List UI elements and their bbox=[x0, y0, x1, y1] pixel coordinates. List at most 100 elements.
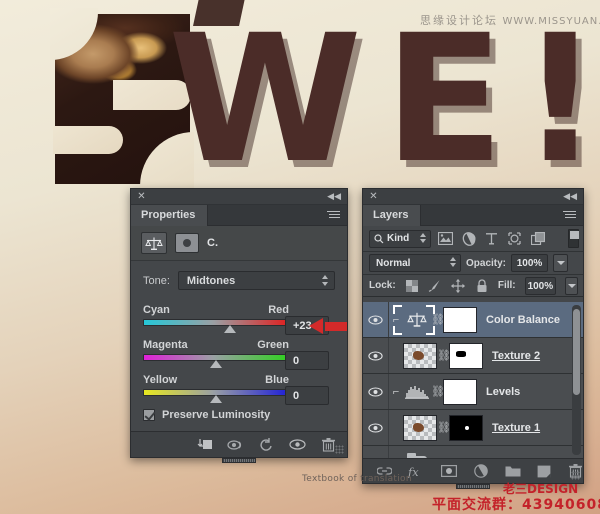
blend-mode-select[interactable]: Normal bbox=[369, 254, 461, 272]
properties-titlebar: ✕ ◀◀ bbox=[131, 189, 347, 205]
table-row[interactable]: ⛓ Texture 1 bbox=[363, 410, 583, 446]
letter-exclaim: ! bbox=[520, 0, 600, 202]
table-row[interactable]: ⛓ Texture 2 bbox=[363, 338, 583, 374]
layer-thumbnail[interactable] bbox=[403, 414, 437, 441]
clip-to-layer-icon[interactable] bbox=[196, 436, 213, 453]
layer-mask-thumbnail[interactable] bbox=[449, 342, 483, 369]
preserve-luminosity-row[interactable]: Preserve Luminosity bbox=[143, 409, 335, 421]
link-mask-icon[interactable]: ⛓ bbox=[431, 313, 445, 326]
stepper-icon[interactable] bbox=[450, 257, 456, 267]
watermark-top-cn: 思缘设计论坛 bbox=[420, 14, 498, 27]
preserve-luminosity-checkbox[interactable] bbox=[143, 409, 155, 421]
clipping-mask-icon: ⌐ bbox=[392, 385, 400, 398]
layer-mask-thumbnail[interactable] bbox=[443, 378, 477, 405]
slider-cyan-red[interactable]: Cyan Red +23 bbox=[143, 304, 347, 335]
lock-row: Lock: Fill: 100% bbox=[363, 275, 583, 297]
shape-layer-filter-icon[interactable] bbox=[506, 230, 523, 247]
slider-magenta-green-track[interactable] bbox=[143, 354, 289, 368]
panel-menu-icon[interactable] bbox=[326, 209, 342, 221]
resize-grip[interactable] bbox=[335, 445, 344, 454]
filter-enable-toggle[interactable] bbox=[568, 229, 579, 248]
properties-panel[interactable]: ✕ ◀◀ Properties C. Tone: Midtones Cyan R… bbox=[130, 188, 348, 463]
color-balance-scales-icon[interactable] bbox=[141, 232, 167, 254]
blend-mode-value: Normal bbox=[376, 258, 411, 269]
view-previous-state-icon[interactable] bbox=[227, 436, 244, 453]
tab-properties[interactable]: Properties bbox=[131, 205, 209, 226]
close-icon[interactable]: ✕ bbox=[137, 192, 146, 202]
opacity-value[interactable]: 100% bbox=[511, 254, 549, 272]
tone-row: Tone: Midtones bbox=[143, 271, 335, 290]
resize-grip[interactable] bbox=[571, 471, 580, 480]
tone-select[interactable]: Midtones bbox=[177, 271, 335, 290]
layer-visibility-icon[interactable] bbox=[363, 302, 389, 337]
layer-visibility-icon[interactable] bbox=[363, 338, 389, 373]
layer-name[interactable]: Texture 1 bbox=[492, 422, 540, 434]
slider-yellow-blue[interactable]: Yellow Blue 0 bbox=[143, 374, 335, 405]
adjustment-layer-filter-icon[interactable] bbox=[460, 230, 477, 247]
table-row[interactable]: ⌐ ⛓ Color Balance bbox=[363, 302, 583, 338]
smart-object-filter-icon[interactable] bbox=[529, 230, 546, 247]
stepper-icon[interactable] bbox=[420, 232, 426, 243]
layer-mask-icon[interactable] bbox=[175, 233, 199, 253]
panel-menu-icon[interactable] bbox=[562, 209, 578, 221]
new-adjustment-layer-icon[interactable] bbox=[473, 463, 488, 480]
properties-footer bbox=[131, 431, 347, 457]
slider-cyan-red-track[interactable] bbox=[143, 319, 289, 333]
layer-mask-thumbnail[interactable] bbox=[443, 306, 477, 333]
slider-yellow-blue-right-label: Blue bbox=[265, 374, 289, 386]
slider-magenta-green[interactable]: Magenta Green 0 bbox=[143, 339, 335, 370]
reset-icon[interactable] bbox=[258, 436, 275, 453]
lock-image-pixels-icon[interactable] bbox=[428, 277, 442, 294]
properties-header: C. bbox=[131, 226, 347, 261]
opacity-dropdown-icon[interactable] bbox=[553, 254, 569, 272]
slider-magenta-green-thumb[interactable] bbox=[210, 360, 222, 368]
toggle-layer-visibility-icon[interactable] bbox=[289, 436, 306, 453]
layers-panel[interactable]: ✕ ◀◀ Layers Kind Normal Opacity: 100% Lo… bbox=[362, 188, 584, 489]
fill-dropdown-icon[interactable] bbox=[565, 276, 579, 295]
layers-scrollbar[interactable] bbox=[572, 305, 581, 455]
layer-thumbnail[interactable] bbox=[403, 342, 437, 369]
slider-yellow-blue-track[interactable] bbox=[143, 389, 289, 403]
slider-cyan-red-thumb[interactable] bbox=[224, 325, 237, 333]
properties-body: Tone: Midtones Cyan Red +23 Magenta Gree… bbox=[131, 261, 347, 421]
scrollbar-thumb[interactable] bbox=[573, 309, 580, 395]
collapse-icon[interactable]: ◀◀ bbox=[563, 192, 577, 201]
new-group-icon[interactable] bbox=[505, 463, 521, 480]
layers-list[interactable]: ⌐ ⛓ Color Balance ⛓ Texture 2 ⌐ ⛓ Levels… bbox=[363, 302, 583, 483]
layer-name[interactable]: Color Balance bbox=[486, 314, 560, 326]
levels-thumbnail[interactable] bbox=[403, 380, 431, 404]
slider-yellow-blue-value[interactable]: 0 bbox=[285, 386, 329, 405]
lock-transparent-pixels-icon[interactable] bbox=[405, 277, 419, 294]
color-balance-thumbnail[interactable] bbox=[403, 308, 431, 332]
table-row[interactable]: ⌐ ⛓ Levels bbox=[363, 374, 583, 410]
type-layer-filter-icon[interactable] bbox=[483, 230, 500, 247]
link-mask-icon[interactable]: ⛓ bbox=[437, 349, 451, 362]
link-mask-icon[interactable]: ⛓ bbox=[431, 385, 445, 398]
panel-drag-handle[interactable] bbox=[456, 484, 490, 489]
stepper-icon[interactable] bbox=[321, 275, 329, 288]
add-layer-mask-icon[interactable] bbox=[441, 463, 458, 480]
layer-name[interactable]: Levels bbox=[486, 386, 520, 398]
layer-mask-thumbnail[interactable] bbox=[449, 414, 483, 441]
lock-all-icon[interactable] bbox=[475, 277, 489, 294]
filter-kind-select[interactable]: Kind bbox=[369, 229, 431, 248]
tab-layers[interactable]: Layers bbox=[363, 205, 422, 226]
tone-label: Tone: bbox=[143, 274, 170, 287]
close-icon[interactable]: ✕ bbox=[369, 192, 378, 202]
layer-visibility-icon[interactable] bbox=[363, 374, 389, 409]
fill-value[interactable]: 100% bbox=[524, 276, 557, 295]
pixel-layer-filter-icon[interactable] bbox=[437, 230, 454, 247]
clipping-mask-icon: ⌐ bbox=[392, 313, 400, 326]
panel-drag-handle[interactable] bbox=[222, 458, 256, 463]
slider-magenta-green-value[interactable]: 0 bbox=[285, 351, 329, 370]
properties-tabrow: Properties bbox=[131, 205, 347, 226]
collapse-icon[interactable]: ◀◀ bbox=[327, 192, 341, 201]
layer-visibility-icon[interactable] bbox=[363, 410, 389, 445]
layer-name[interactable]: Texture 2 bbox=[492, 350, 540, 362]
preserve-luminosity-label: Preserve Luminosity bbox=[162, 409, 271, 421]
lock-position-icon[interactable] bbox=[451, 277, 466, 294]
letter-w: W bbox=[168, 0, 362, 202]
link-mask-icon[interactable]: ⛓ bbox=[437, 421, 451, 434]
new-layer-icon[interactable] bbox=[537, 463, 552, 480]
slider-yellow-blue-thumb[interactable] bbox=[210, 395, 222, 403]
